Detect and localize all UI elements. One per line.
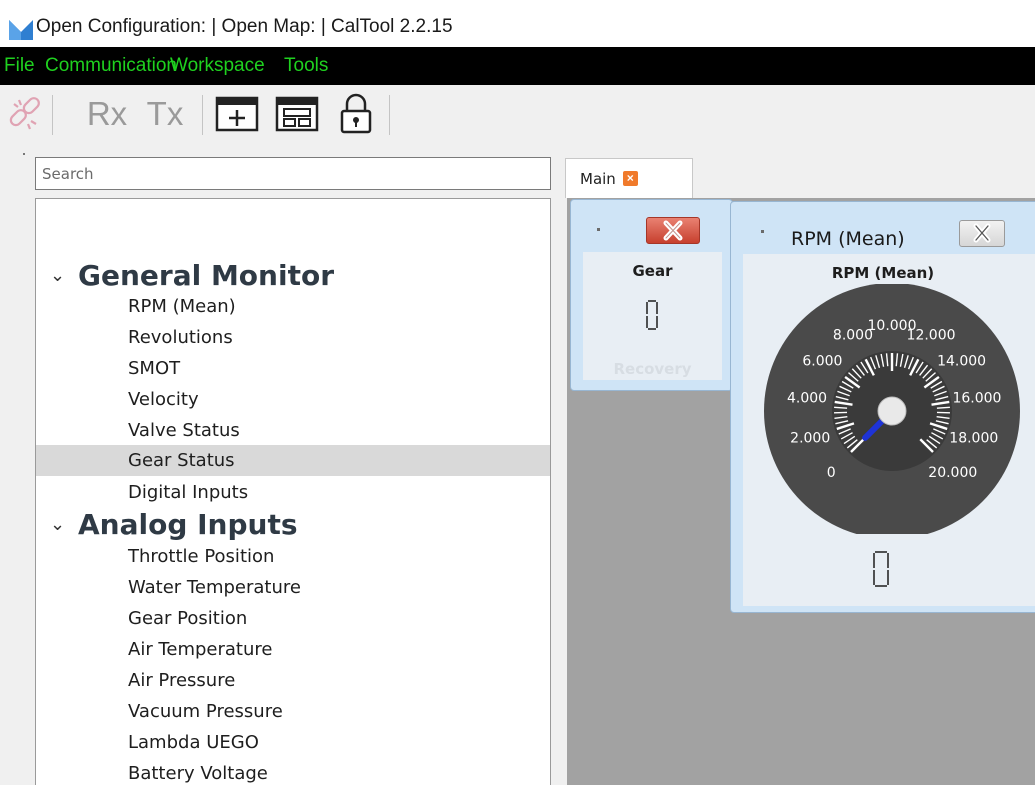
gear-value-display: 0 — [646, 300, 658, 330]
gauge-tick-label: 18.000 — [949, 431, 998, 447]
add-window-icon — [215, 96, 259, 132]
tx-label: Tx — [146, 95, 184, 132]
gear-title: Gear — [632, 262, 673, 280]
layout-window-button[interactable] — [272, 91, 322, 137]
workspace-canvas: Gear 0 Recovery RPM (Mean) RPM (Mean) 0 2… — [567, 198, 1035, 785]
title-bar: Open Configuration: | Open Map: | CalToo… — [0, 0, 1035, 47]
gauge-tick-label: 0 — [827, 465, 836, 481]
panel-grip — [23, 153, 25, 155]
chevron-down-icon[interactable]: ⌄ — [50, 514, 72, 535]
tree-item-velocity[interactable]: Velocity — [36, 384, 550, 415]
toolbar-separator — [389, 95, 390, 135]
padlock-icon — [340, 93, 372, 134]
tree-item-valve-status[interactable]: Valve Status — [36, 415, 550, 446]
rpm-title: RPM (Mean) — [831, 264, 935, 282]
tree-item-gear-position[interactable]: Gear Position — [36, 603, 550, 634]
rpm-widget[interactable]: RPM (Mean) RPM (Mean) 0 2.000 4.000 6.000 8.… — [730, 201, 1035, 613]
close-icon — [663, 220, 683, 241]
gauge-tick-label: 2.000 — [790, 431, 830, 447]
gauge-tick-label: 12.000 — [907, 327, 956, 343]
rpm-widget-header: RPM (Mean) — [791, 228, 905, 250]
tree-group-general-monitor[interactable]: ⌄ General Monitor — [50, 259, 334, 292]
rpm-digit: 0 — [873, 551, 889, 587]
grip-dot — [597, 228, 600, 231]
gauge-tick-label: 20.000 — [928, 465, 977, 481]
search-input[interactable] — [36, 158, 550, 189]
rpm-gauge: 02.0004.0006.0008.00010.00012.00014.0001… — [764, 284, 1020, 534]
rx-button[interactable]: Rx — [83, 91, 131, 137]
layout-window-icon — [275, 96, 319, 132]
gear-status-label: Recovery — [613, 360, 692, 378]
menu-communication[interactable]: Communication — [45, 55, 177, 77]
gauge-tick-label: 4.000 — [787, 391, 827, 407]
menu-workspace[interactable]: Workspace — [170, 55, 265, 77]
workspace-area: Main × Gear 0 Recovery RPM (Mean) — [563, 147, 1035, 785]
tree-item-throttle-position[interactable]: Throttle Position — [36, 541, 550, 572]
close-icon[interactable]: × — [622, 171, 638, 186]
tree-item-gear-status[interactable]: Gear Status — [36, 445, 550, 476]
tx-button[interactable]: Tx — [141, 91, 189, 137]
gauge-tick-label: 6.000 — [802, 353, 842, 369]
app-logo-icon — [9, 20, 33, 40]
rpm-widget-close-button[interactable] — [959, 220, 1005, 247]
tree-item-revolutions[interactable]: Revolutions — [36, 322, 550, 353]
menu-tools[interactable]: Tools — [284, 55, 328, 77]
gear-widget-body: Gear 0 Recovery — [583, 252, 722, 380]
search-box[interactable] — [35, 157, 551, 190]
toolbar: Rx Tx — [0, 85, 1035, 147]
toolbar-separator — [202, 95, 203, 135]
tree-item-vacuum-pressure[interactable]: Vacuum Pressure — [36, 696, 550, 727]
gauge-minor-tick — [834, 406, 848, 409]
gauge-tick-label: 16.000 — [952, 391, 1001, 407]
grip-dot — [761, 230, 764, 233]
connect-button[interactable] — [4, 91, 46, 137]
add-window-button[interactable] — [212, 91, 262, 137]
gauge-hub — [877, 396, 907, 426]
lock-button[interactable] — [336, 91, 376, 137]
sidebar: ⌄ General Monitor RPM (Mean) Revolutions… — [0, 147, 563, 785]
menu-bar: File Communication Workspace Tools — [0, 47, 1035, 85]
rpm-widget-body: RPM (Mean) 0 2.000 4.000 6.000 8.000 10.000 12… — [743, 254, 1035, 606]
tree-group-analog-inputs[interactable]: ⌄ Analog Inputs — [50, 508, 298, 541]
tree-item-lambda-uego[interactable]: Lambda UEGO — [36, 727, 550, 758]
tree-item-air-pressure[interactable]: Air Pressure — [36, 665, 550, 696]
close-icon — [973, 223, 991, 243]
window-title: Open Configuration: | Open Map: | CalToo… — [36, 16, 453, 37]
tab-label: Main — [580, 169, 616, 188]
broken-link-icon — [9, 97, 40, 130]
menu-file[interactable]: File — [4, 55, 35, 77]
gear-widget[interactable]: Gear 0 Recovery — [570, 199, 733, 391]
chevron-down-icon[interactable]: ⌄ — [50, 265, 72, 286]
gauge-minor-tick — [936, 406, 950, 409]
tree-item-rpm-mean[interactable]: RPM (Mean) — [36, 291, 550, 322]
tab-main[interactable]: Main × — [565, 158, 693, 198]
tree-group-label: Analog Inputs — [78, 508, 298, 541]
tree-item-smot[interactable]: SMOT — [36, 353, 550, 384]
rpm-value-display: 0 — [873, 551, 889, 587]
tree-group-label: General Monitor — [78, 259, 335, 292]
rx-label: Rx — [86, 95, 128, 132]
tree-view[interactable]: ⌄ General Monitor RPM (Mean) Revolutions… — [35, 198, 551, 785]
tree-item-battery-voltage[interactable]: Battery Voltage — [36, 758, 550, 785]
gear-widget-close-button[interactable] — [646, 217, 700, 244]
toolbar-separator — [52, 95, 53, 135]
gear-digit: 0 — [646, 300, 658, 330]
tree-item-digital-inputs[interactable]: Digital Inputs — [36, 477, 550, 508]
tree-item-air-temperature[interactable]: Air Temperature — [36, 634, 550, 665]
gauge-tick-label: 14.000 — [937, 353, 986, 369]
tree-item-water-temperature[interactable]: Water Temperature — [36, 572, 550, 603]
